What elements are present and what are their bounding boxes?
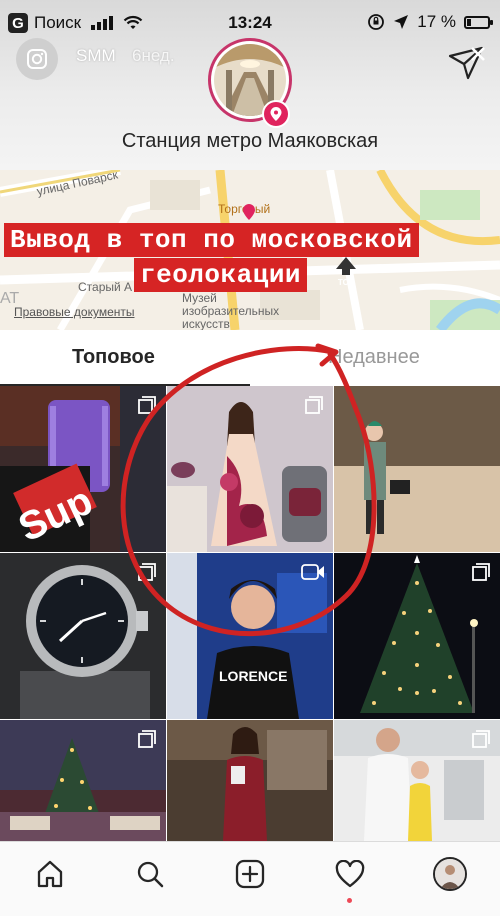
close-share-icon[interactable] — [446, 44, 486, 84]
story-author-avatar[interactable] — [16, 38, 58, 80]
top-badge-text: TOP — [338, 278, 355, 287]
video-icon — [301, 564, 324, 580]
top-badge-icon: TOP — [336, 257, 356, 287]
story-header: G Поиск 13:24 17 % SMM 6нед. Станция мет… — [0, 0, 500, 170]
map-label-old-arbat: Старый А — [78, 280, 133, 294]
museum-line-3: искусств — [182, 317, 230, 331]
story-username[interactable]: SMM — [76, 46, 116, 66]
home-icon[interactable] — [30, 854, 70, 894]
feed-tabs: Топовое Недавнее — [0, 330, 500, 386]
map-terms-link[interactable]: Правовые документы — [14, 305, 135, 319]
location-map[interactable]: улица Поварск Торговый Старый А АТ Право… — [0, 170, 500, 330]
multiple-photos-icon — [472, 730, 490, 748]
promo-caption-line-1: Вывод в топ по московской — [4, 223, 419, 257]
search-icon[interactable] — [130, 854, 170, 894]
status-right: 17 % — [367, 12, 493, 32]
location-pin-icon — [262, 100, 290, 128]
battery-icon — [464, 15, 493, 29]
multiple-photos-icon — [305, 396, 323, 414]
multiple-photos-icon — [138, 396, 156, 414]
add-post-icon[interactable] — [230, 854, 270, 894]
tab-recent-posts[interactable]: Недавнее — [328, 346, 420, 369]
profile-tab[interactable] — [430, 854, 470, 894]
location-title: Станция метро Маяковская — [121, 130, 379, 152]
post-thumbnail[interactable] — [334, 553, 500, 719]
multiple-photos-icon — [138, 730, 156, 748]
profile-avatar — [433, 857, 467, 891]
multiple-photos-icon — [472, 563, 490, 581]
instagram-icon — [27, 49, 47, 69]
svg-text:LORENCE: LORENCE — [219, 668, 287, 684]
orientation-lock-icon — [368, 14, 385, 30]
promo-caption-line-2: геолокации — [134, 258, 308, 292]
post-thumbnail[interactable] — [0, 553, 166, 719]
multiple-photos-icon — [138, 563, 156, 581]
story-age: 6нед. — [132, 46, 175, 65]
battery-percent: 17 % — [417, 12, 456, 31]
post-grid: Sup LORENCE — [0, 386, 500, 841]
post-thumbnail[interactable]: Sup — [0, 386, 166, 552]
post-thumbnail[interactable]: LORENCE — [167, 553, 333, 719]
bottom-tab-bar — [0, 841, 500, 916]
post-thumbnail[interactable] — [334, 386, 500, 552]
post-thumbnail[interactable] — [167, 386, 333, 552]
activity-heart-icon[interactable] — [330, 854, 370, 894]
map-museum-label: Музей изобразительных искусств — [182, 292, 279, 331]
tab-top-posts[interactable]: Топовое — [72, 346, 155, 369]
notification-dot — [347, 898, 352, 903]
map-pin-icon — [243, 204, 255, 220]
location-arrow-icon — [394, 15, 409, 29]
